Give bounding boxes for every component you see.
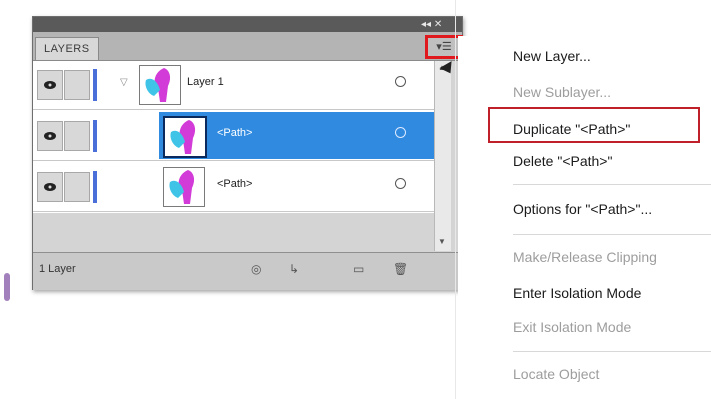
layer-row-content[interactable]: ▽ Layer 1 bbox=[107, 61, 434, 108]
make-clipping-mask-icon[interactable]: ◎ bbox=[251, 262, 261, 276]
menu-item-options[interactable]: Options for "<Path>"... bbox=[513, 201, 652, 217]
panel-status-bar: 1 Layer ◎ ↳ ▭ 🗑 bbox=[33, 252, 462, 290]
layer-row[interactable]: <Path> bbox=[33, 163, 434, 212]
artwork-thumbnail-icon bbox=[169, 170, 195, 204]
layers-scrollbar[interactable]: ▲ ▼ bbox=[434, 61, 451, 251]
trash-icon[interactable]: 🗑 bbox=[393, 262, 408, 276]
lock-toggle[interactable] bbox=[64, 121, 90, 151]
layer-color-indicator bbox=[93, 120, 97, 152]
menu-item-new-sublayer: New Sublayer... bbox=[513, 84, 612, 100]
layer-name[interactable]: Layer 1 bbox=[187, 76, 224, 88]
layers-list: ▽ Layer 1 <Path> <Path> bbox=[33, 61, 434, 213]
eye-icon bbox=[44, 81, 56, 89]
panel-flyout-menu: New Layer... New Sublayer... Duplicate "… bbox=[458, 36, 711, 399]
tab-layers[interactable]: LAYERS bbox=[35, 37, 99, 60]
menu-item-exit-isolation-mode: Exit Isolation Mode bbox=[513, 319, 632, 335]
menu-item-locate-object: Locate Object bbox=[513, 366, 600, 382]
canvas-artwork-edge bbox=[4, 273, 10, 301]
artwork-thumbnail-icon bbox=[170, 120, 196, 154]
layer-name[interactable]: <Path> bbox=[217, 178, 252, 190]
menu-item-enter-isolation-mode[interactable]: Enter Isolation Mode bbox=[513, 285, 641, 301]
layer-color-indicator bbox=[93, 171, 97, 203]
layer-row[interactable]: <Path> bbox=[33, 112, 434, 161]
layer-color-indicator bbox=[93, 69, 97, 101]
panel-menu-icon: ▾☰ bbox=[436, 41, 452, 53]
menu-divider bbox=[513, 184, 711, 185]
create-sublayer-icon[interactable]: ↳ bbox=[289, 262, 299, 276]
target-circle-icon[interactable] bbox=[395, 127, 406, 138]
lock-toggle[interactable] bbox=[64, 172, 90, 202]
target-circle-icon[interactable] bbox=[395, 76, 406, 87]
layer-count: 1 Layer bbox=[39, 263, 76, 275]
scroll-down-icon[interactable]: ▼ bbox=[438, 237, 446, 246]
eye-icon bbox=[44, 132, 56, 140]
layers-empty-area[interactable] bbox=[33, 213, 434, 251]
menu-item-new-layer[interactable]: New Layer... bbox=[513, 48, 591, 64]
visibility-toggle[interactable] bbox=[37, 70, 63, 100]
layer-name[interactable]: <Path> bbox=[217, 127, 252, 139]
target-circle-icon[interactable] bbox=[395, 178, 406, 189]
panel-titlebar[interactable]: ◂◂ ✕ bbox=[33, 17, 462, 32]
layer-row-content[interactable]: <Path> bbox=[159, 112, 434, 159]
panel-collapse-and-close-icons[interactable]: ◂◂ ✕ bbox=[421, 19, 442, 30]
layer-thumbnail bbox=[139, 65, 181, 105]
layer-thumbnail bbox=[163, 116, 207, 158]
lock-toggle[interactable] bbox=[64, 70, 90, 100]
panel-tab-row: LAYERS ▾☰ bbox=[33, 32, 463, 61]
menu-item-make-release-clipping: Make/Release Clipping bbox=[513, 249, 657, 265]
menu-separator-line bbox=[455, 0, 456, 399]
layer-row-content[interactable]: <Path> bbox=[159, 163, 434, 210]
layer-thumbnail bbox=[163, 167, 205, 207]
duplicate-highlight-box bbox=[488, 107, 700, 143]
artwork-thumbnail-icon bbox=[145, 68, 171, 102]
layer-row[interactable]: ▽ Layer 1 bbox=[33, 61, 434, 110]
new-layer-icon[interactable]: ▭ bbox=[353, 262, 364, 276]
menu-item-delete[interactable]: Delete "<Path>" bbox=[513, 153, 612, 169]
visibility-toggle[interactable] bbox=[37, 172, 63, 202]
visibility-toggle[interactable] bbox=[37, 121, 63, 151]
menu-divider bbox=[513, 351, 711, 352]
expand-triangle-icon[interactable]: ▽ bbox=[120, 77, 128, 88]
menu-divider bbox=[513, 234, 711, 235]
eye-icon bbox=[44, 183, 56, 191]
layers-panel: ◂◂ ✕ LAYERS ▾☰ ▽ Layer 1 <Path> <Path> ▲… bbox=[32, 16, 463, 290]
